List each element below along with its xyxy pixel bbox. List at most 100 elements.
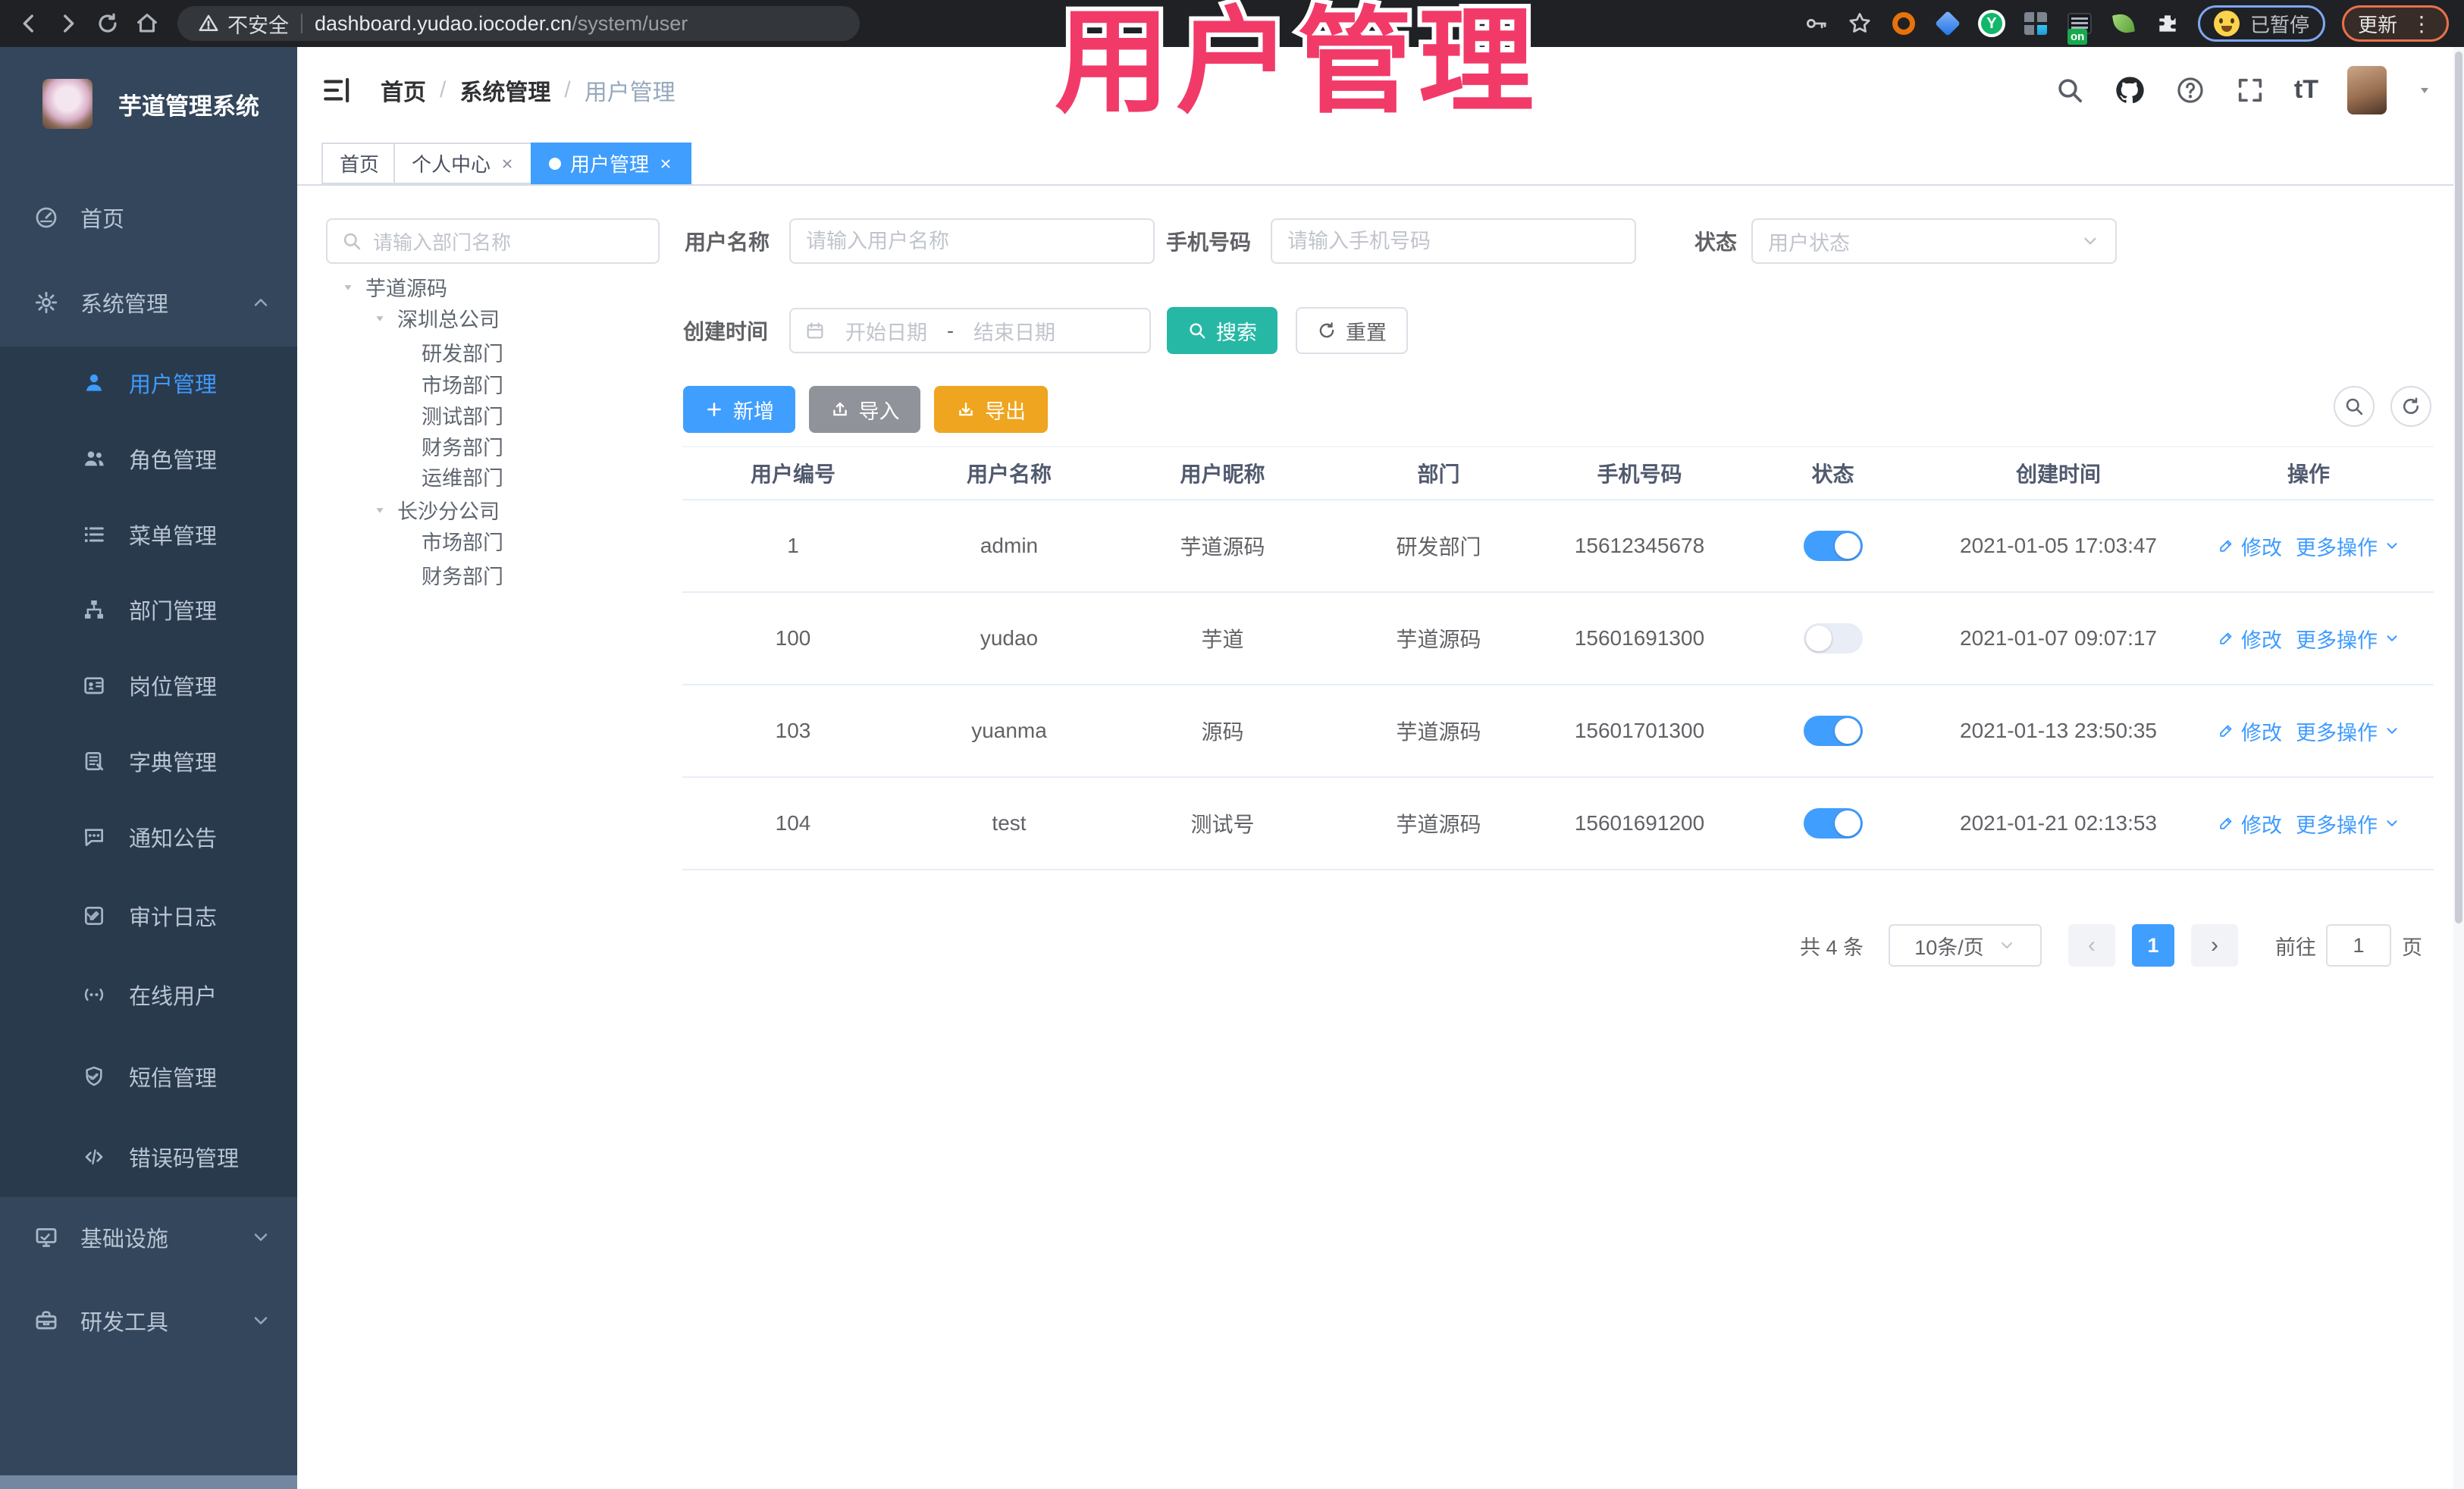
tree-expand-icon[interactable] (371, 310, 388, 327)
sidebar-item-menu-mgmt[interactable]: 菜单管理 (0, 497, 297, 572)
sidebar-item-dept-mgmt[interactable]: 部门管理 (0, 572, 297, 647)
extension-leaf-icon[interactable] (2110, 10, 2137, 37)
close-icon[interactable] (658, 156, 673, 171)
site-security-chip[interactable]: 不安全 (197, 9, 289, 39)
more-actions-link[interactable]: 更多操作 (2296, 624, 2400, 654)
tree-node-dept[interactable]: 测试部门 (422, 400, 503, 431)
scrollbar-thumb[interactable] (2455, 52, 2462, 923)
tree-node-dept[interactable]: 市场部门 (422, 368, 503, 400)
tree-expand-icon[interactable] (340, 279, 356, 296)
sidebar-item-notice[interactable]: 通知公告 (0, 799, 297, 875)
status-select[interactable]: 用户状态 (1751, 218, 2117, 264)
cell-user-id: 104 (775, 811, 811, 835)
date-start-placeholder: 开始日期 (845, 321, 927, 344)
import-button[interactable]: 导入 (809, 386, 920, 433)
edit-link[interactable]: 修改 (2217, 624, 2282, 654)
extension-list-icon[interactable]: on (2066, 10, 2093, 45)
font-size-icon[interactable]: tT (2294, 75, 2318, 105)
fullscreen-icon[interactable] (2235, 75, 2265, 105)
sidebar-item-dict-mgmt[interactable]: 字典管理 (0, 723, 297, 799)
tab-profile[interactable]: 个人中心 (393, 143, 534, 184)
browser-menu-icon[interactable]: ⋮ (2411, 11, 2433, 36)
url-text: dashboard.yudao.iocoder.cn/system/user (315, 12, 688, 36)
sidebar-item-post-mgmt[interactable]: 岗位管理 (0, 647, 297, 723)
header-search-icon[interactable] (2055, 75, 2085, 105)
profile-paused-chip[interactable]: 已暂停 (2197, 5, 2325, 42)
username-input[interactable] (789, 218, 1155, 264)
tree-node-root[interactable]: 芋道源码 (340, 271, 447, 303)
edit-link[interactable]: 修改 (2217, 531, 2282, 561)
tree-node-dept[interactable]: 财务部门 (422, 560, 503, 591)
key-icon[interactable] (1804, 11, 1829, 36)
page-number-1[interactable]: 1 (2132, 924, 2174, 967)
refresh-table-button[interactable] (2390, 386, 2431, 427)
app-logo-row[interactable]: 芋道管理系统 (0, 62, 297, 146)
breadcrumb-home[interactable]: 首页 (381, 74, 426, 107)
dept-search-input[interactable]: 请输入部门名称 (326, 218, 660, 264)
sidebar-item-dev-tools[interactable]: 研发工具 (0, 1283, 297, 1359)
sidebar-item-home[interactable]: 首页 (0, 180, 297, 255)
cell-nickname: 芋道 (1201, 628, 1244, 651)
prev-page-button[interactable]: ‹ (2068, 924, 2115, 967)
extension-green-y-icon[interactable]: Y (1977, 10, 2005, 37)
tree-node-dept[interactable]: 运维部门 (422, 461, 503, 492)
tree-expand-icon[interactable] (371, 502, 388, 519)
chevron-down-icon (2384, 815, 2400, 832)
page-size-select[interactable]: 10条/页 (1889, 924, 2042, 967)
show-search-toggle-button[interactable] (2334, 386, 2375, 427)
star-bookmark-icon[interactable] (1846, 10, 1873, 37)
tree-node-dept[interactable]: 研发部门 (422, 337, 503, 368)
more-actions-link[interactable]: 更多操作 (2296, 809, 2400, 839)
sidebar-collapse-icon[interactable] (321, 74, 353, 106)
search-button[interactable]: 搜索 (1167, 307, 1277, 354)
sidebar-item-infrastructure[interactable]: 基础设施 (0, 1199, 297, 1275)
github-icon[interactable] (2114, 74, 2146, 106)
mobile-input[interactable] (1271, 218, 1636, 264)
help-icon[interactable] (2174, 74, 2206, 106)
close-icon[interactable] (500, 156, 515, 171)
sidebar-item-user-mgmt[interactable]: 用户管理 (0, 345, 297, 421)
tree-node-dept[interactable]: 财务部门 (422, 431, 503, 462)
page-scrollbar[interactable] (2453, 47, 2464, 1489)
browser-back-button[interactable] (9, 4, 49, 43)
status-toggle[interactable] (1803, 531, 1863, 561)
sidebar-item-online-users[interactable]: 在线用户 (0, 957, 297, 1033)
browser-home-button[interactable] (127, 4, 167, 43)
tab-home[interactable]: 首页 (321, 143, 398, 184)
browser-update-button[interactable]: 更新 ⋮ (2341, 5, 2449, 42)
tree-node-branch[interactable]: 长沙分公司 (371, 494, 500, 525)
extensions-puzzle-icon[interactable] (2154, 10, 2181, 37)
caret-down-icon[interactable] (2415, 81, 2434, 99)
extension-orange-icon[interactable] (1890, 10, 1917, 37)
more-actions-link[interactable]: 更多操作 (2296, 531, 2400, 561)
status-toggle[interactable] (1803, 716, 1863, 746)
sidebar-item-audit-log[interactable]: 审计日志 (0, 878, 297, 954)
sidebar-item-system[interactable]: 系统管理 (0, 265, 297, 340)
sidebar-item-role-mgmt[interactable]: 角色管理 (0, 421, 297, 497)
more-actions-link[interactable]: 更多操作 (2296, 716, 2400, 746)
status-toggle[interactable] (1803, 623, 1863, 654)
address-bar[interactable]: 不安全 dashboard.yudao.iocoder.cn/system/us… (177, 6, 860, 41)
extension-grid-icon[interactable] (2022, 10, 2049, 37)
browser-forward-button[interactable] (49, 4, 88, 43)
date-end-placeholder: 结束日期 (973, 321, 1055, 344)
cell-created-time: 2021-01-13 23:50:35 (1960, 719, 2157, 742)
add-button[interactable]: 新增 (683, 386, 795, 433)
sidebar-item-sms-mgmt[interactable]: 短信管理 (0, 1039, 297, 1114)
tab-user-mgmt[interactable]: 用户管理 (531, 143, 692, 184)
tree-node-dept[interactable]: 市场部门 (422, 525, 503, 556)
edit-link[interactable]: 修改 (2217, 809, 2282, 839)
next-page-button[interactable]: › (2191, 924, 2238, 967)
tree-node-company[interactable]: 深圳总公司 (371, 303, 500, 334)
sidebar-item-error-code[interactable]: 错误码管理 (0, 1119, 297, 1195)
reset-button[interactable]: 重置 (1296, 307, 1408, 354)
goto-page-input[interactable] (2326, 924, 2391, 967)
user-avatar[interactable] (2347, 65, 2387, 114)
date-range-picker[interactable]: 开始日期 - 结束日期 (789, 308, 1151, 353)
status-toggle[interactable] (1803, 808, 1863, 839)
edit-link[interactable]: 修改 (2217, 716, 2282, 746)
extension-blue-drop-icon[interactable] (1934, 10, 1961, 37)
browser-reload-button[interactable] (88, 4, 127, 43)
breadcrumb-system[interactable]: 系统管理 (459, 74, 550, 107)
export-button[interactable]: 导出 (934, 386, 1048, 433)
